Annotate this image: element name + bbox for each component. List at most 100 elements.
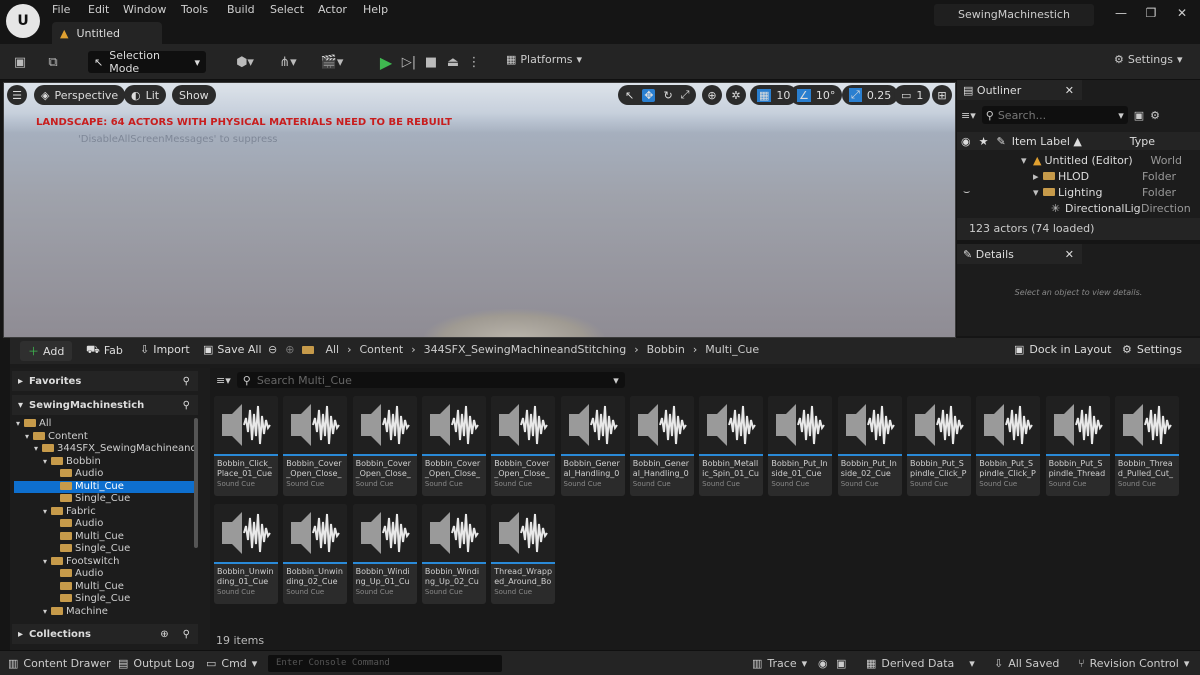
menu-edit[interactable]: Edit xyxy=(88,3,109,16)
menu-actor[interactable]: Actor xyxy=(318,3,347,16)
import-button[interactable]: ⇩ Import xyxy=(140,343,190,356)
save-icon[interactable]: ▣ xyxy=(12,53,28,71)
console-input[interactable]: Enter Console Command xyxy=(268,655,502,672)
breadcrumb-all[interactable]: All xyxy=(325,343,339,356)
breadcrumb-bobbin[interactable]: Bobbin xyxy=(647,343,685,356)
revision-control-dropdown[interactable]: ⑂ Revision Control ▾ xyxy=(1078,657,1189,670)
cinematics-icon[interactable]: 🎬▾ xyxy=(316,53,348,71)
menu-help[interactable]: Help xyxy=(363,3,388,16)
trace-dropdown[interactable]: ▥ Trace ▾ xyxy=(752,657,807,670)
tree-folder-multi-cue[interactable]: Multi_Cue xyxy=(14,581,194,593)
unreal-logo-icon[interactable]: U xyxy=(6,4,40,38)
outliner-search-input[interactable]: ⚲ Search... ▾ xyxy=(981,106,1128,124)
level-tab[interactable]: ▲ Untitled xyxy=(52,22,162,44)
asset-tile[interactable]: Bobbin_General_Handling_01_CueSound Cue xyxy=(560,396,625,496)
browse-icon[interactable]: ⧉ xyxy=(44,53,62,71)
cb-settings-button[interactable]: ⚙ Settings xyxy=(1122,343,1182,356)
asset-tile[interactable]: Bobbin_Metallic_Spin_01_CueSound Cue xyxy=(699,396,764,496)
asset-tile[interactable]: Bobbin_Cover_Open_Close_Hard_01_CueSound… xyxy=(283,396,348,496)
show-button[interactable]: Show xyxy=(172,85,216,105)
asset-tile[interactable]: Bobbin_Unwinding_02_Cue Sound Cue xyxy=(283,504,348,604)
column-item-label[interactable]: Item Label ▲ xyxy=(1012,135,1130,148)
perspective-button[interactable]: ◈ Perspective xyxy=(34,85,126,105)
content-drawer-button[interactable]: ▥ Content Drawer xyxy=(8,657,111,670)
asset-tile[interactable]: Bobbin_General_Handling_02_CueSound Cue xyxy=(629,396,694,496)
breadcrumb-pack[interactable]: 344SFX_SewingMachineandStitching xyxy=(424,343,627,356)
outliner-row[interactable]: ▾ ▲ Untitled (Editor) World xyxy=(957,152,1200,168)
tree-folder-content[interactable]: ▾ Content xyxy=(14,431,194,443)
asset-tile[interactable]: Bobbin_Put_Inside_02_Cue Sound Cue xyxy=(837,396,902,496)
column-type[interactable]: Type xyxy=(1130,135,1155,148)
tree-folder-audio[interactable]: Audio xyxy=(14,468,194,480)
world-space-icon[interactable]: ⊕ xyxy=(702,85,722,105)
tree-folder-all[interactable]: ▾ All xyxy=(14,418,194,430)
platforms-dropdown[interactable]: ▦ Platforms ▾ xyxy=(506,53,582,66)
close-icon[interactable]: ✕ xyxy=(1173,6,1191,20)
tree-folder-fabric[interactable]: ▾ Fabric xyxy=(14,506,194,518)
scale-snap-button[interactable]: ⤢ 0.25 xyxy=(842,85,899,105)
asset-tile[interactable]: Bobbin_Put_Spindle_Click_Place_02_CueSou… xyxy=(976,396,1041,496)
add-button[interactable]: ＋ Add xyxy=(20,341,73,361)
outliner-row[interactable]: ▸ HLOD Folder xyxy=(957,168,1200,184)
asset-tile[interactable]: Bobbin_Put_Inside_01_Cue Sound Cue xyxy=(768,396,833,496)
outliner-tab[interactable]: ▤ Outliner ✕ xyxy=(957,80,1082,100)
asset-tile[interactable]: Bobbin_Thread_Pulled_Cut_01_CueSound Cue xyxy=(1114,396,1179,496)
menu-tools[interactable]: Tools xyxy=(181,3,208,16)
add-actor-icon[interactable]: ⬢▾ xyxy=(230,53,260,71)
play-icon[interactable]: ▶ xyxy=(376,53,396,72)
outliner-row[interactable]: ⌣ ▾ Lighting Folder xyxy=(957,184,1200,200)
tree-folder-multi-cue[interactable]: Multi_Cue xyxy=(14,480,194,493)
advance-frame-icon[interactable]: ▷| xyxy=(400,53,418,71)
search-icon[interactable]: ⚲ xyxy=(183,376,190,387)
maximize-icon[interactable]: ❐ xyxy=(1142,6,1160,20)
fab-button[interactable]: ⛟ Fab xyxy=(86,343,123,358)
minimize-icon[interactable]: — xyxy=(1112,6,1130,20)
derived-data-dropdown[interactable]: ▦ Derived Data ▾ xyxy=(866,657,975,670)
back-icon[interactable]: ⊖ xyxy=(268,343,277,356)
close-icon[interactable]: ✕ xyxy=(1065,248,1074,261)
asset-tile[interactable]: Bobbin_Unwinding_01_Cue Sound Cue xyxy=(214,504,278,604)
move-tool-icon[interactable]: ✥ xyxy=(642,88,656,102)
surface-snap-icon[interactable]: ✲ xyxy=(726,85,746,105)
close-icon[interactable]: ✕ xyxy=(1065,84,1074,97)
tree-folder-multi-cue[interactable]: Multi_Cue xyxy=(14,531,194,543)
eject-icon[interactable]: ⏏ xyxy=(444,53,462,71)
settings-dropdown[interactable]: ⚙ Settings ▾ xyxy=(1114,53,1183,66)
output-log-button[interactable]: ▤ Output Log xyxy=(118,657,195,670)
all-saved-button[interactable]: ⇩ All Saved xyxy=(994,657,1059,670)
tree-folder-audio[interactable]: Audio xyxy=(14,518,194,530)
viewport-layout-icon[interactable]: ⊞ xyxy=(932,85,952,105)
tree-folder-single-cue[interactable]: Single_Cue xyxy=(14,593,194,605)
cmd-dropdown[interactable]: ▭ Cmd ▾ xyxy=(206,657,257,670)
record-icon[interactable]: ◉ xyxy=(818,657,828,670)
project-header[interactable]: ▾ SewingMachinestich ⚲ xyxy=(12,395,198,415)
tree-folder-single-cue[interactable]: Single_Cue xyxy=(14,543,194,555)
add-folder-icon[interactable]: ▣ xyxy=(1134,109,1144,122)
search-icon[interactable]: ⚲ xyxy=(183,629,190,640)
details-tab[interactable]: ✎ Details ✕ xyxy=(957,244,1082,264)
level-viewport[interactable]: ☰ ◈ Perspective ◐ Lit Show ↖ ✥ ↻ ⤢ ⊕ ✲ ▦… xyxy=(3,82,956,338)
tree-folder-single-cue[interactable]: Single_Cue xyxy=(14,493,194,505)
asset-tile[interactable]: Bobbin_Cover_Open_Close_Hard_02_CueSound… xyxy=(352,396,417,496)
asset-tile[interactable]: Bobbin_Click_Place_01_Cue Sound Cue xyxy=(214,396,278,496)
tree-folder-footswitch[interactable]: ▾ Footswitch xyxy=(14,556,194,568)
viewport-menu-icon[interactable]: ☰ xyxy=(7,85,27,105)
tree-folder-machine[interactable]: ▾ Machine xyxy=(14,606,194,618)
outliner-row[interactable]: ✳ DirectionalLigl Direction xyxy=(957,200,1200,216)
tree-folder-344sfx-sewingmachineand[interactable]: ▾ 344SFX_SewingMachineand xyxy=(14,443,197,455)
select-tool-icon[interactable]: ↖ xyxy=(625,89,634,102)
tree-scrollbar[interactable] xyxy=(194,418,198,548)
visibility-icon[interactable]: ⌣ xyxy=(963,185,1033,199)
scale-tool-icon[interactable]: ⤢ xyxy=(681,88,690,102)
breadcrumb-multi-cue[interactable]: Multi_Cue xyxy=(705,343,759,356)
gear-icon[interactable]: ⚙ xyxy=(1150,109,1160,122)
stop-icon[interactable]: ■ xyxy=(422,53,440,71)
asset-tile[interactable]: Thread_Wrapped_Around_Bobbin_CueSound Cu… xyxy=(491,504,556,604)
asset-tile[interactable]: Bobbin_Put_Spindle_Click_Place_01_CueSou… xyxy=(907,396,971,496)
add-collection-icon[interactable]: ⊕ xyxy=(160,629,168,640)
menu-build[interactable]: Build xyxy=(227,3,255,16)
asset-tile[interactable]: Bobbin_Put_Spindle_Thread_Pull_01_CueSou… xyxy=(1045,396,1110,496)
save-all-button[interactable]: ▣ Save All xyxy=(203,343,262,356)
menu-window[interactable]: Window xyxy=(123,3,166,16)
tree-folder-audio[interactable]: Audio xyxy=(14,568,194,580)
